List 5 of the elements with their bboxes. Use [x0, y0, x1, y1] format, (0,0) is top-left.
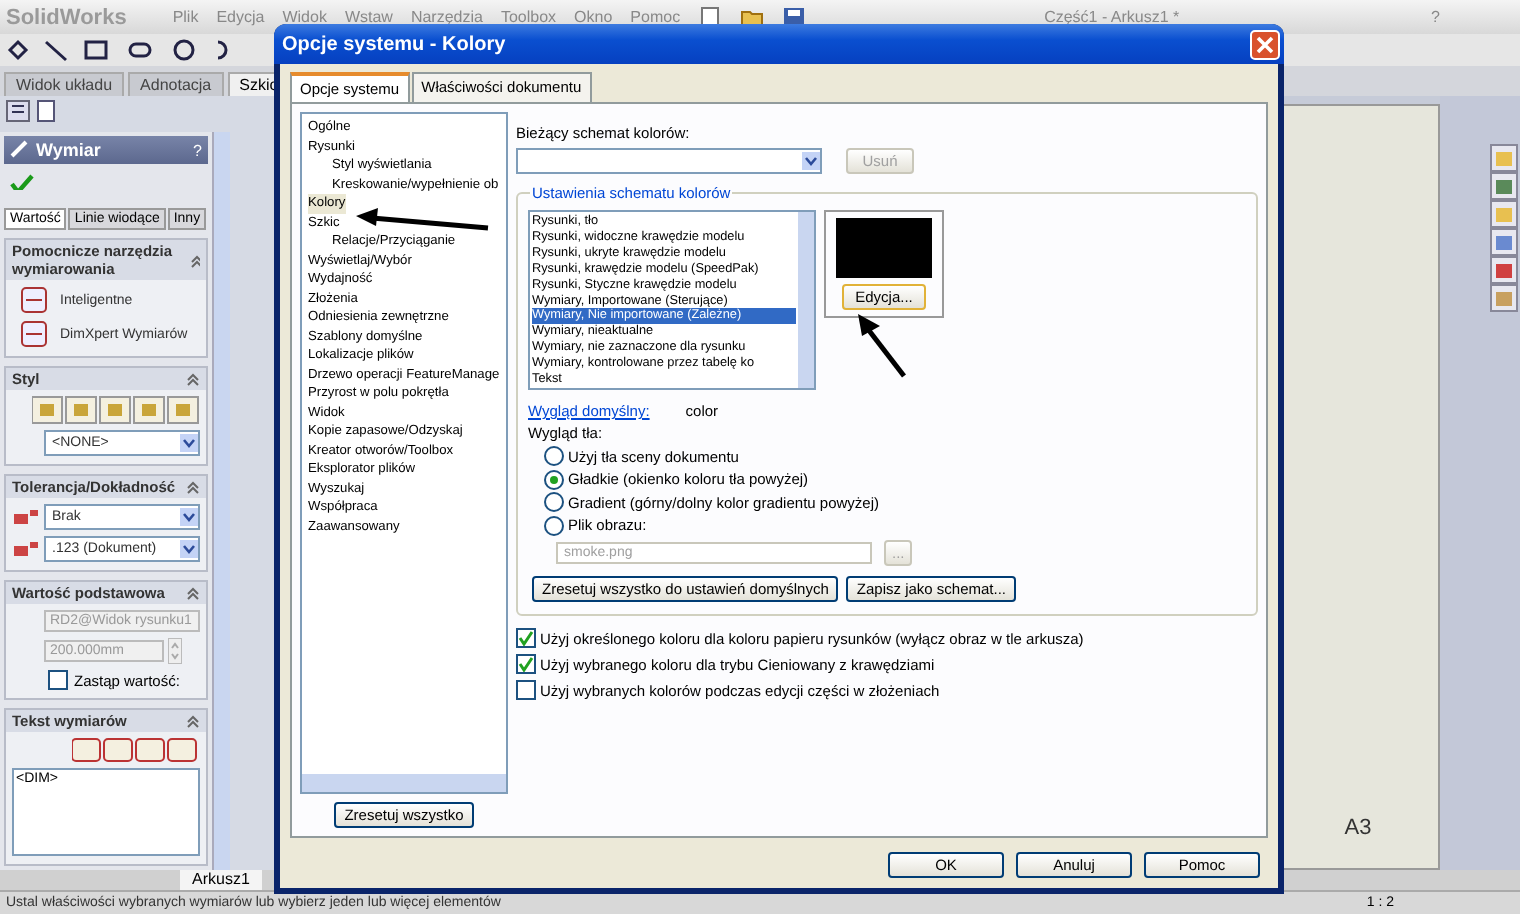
sheet-size: A3 [1344, 816, 1372, 840]
panel-title: Wymiar [36, 140, 101, 160]
dialog-title: Opcje systemu - Kolory [282, 33, 506, 55]
app-logo: SolidWorks [6, 5, 127, 29]
document-title: Część1 - Arkusz1 * [1044, 8, 1180, 26]
